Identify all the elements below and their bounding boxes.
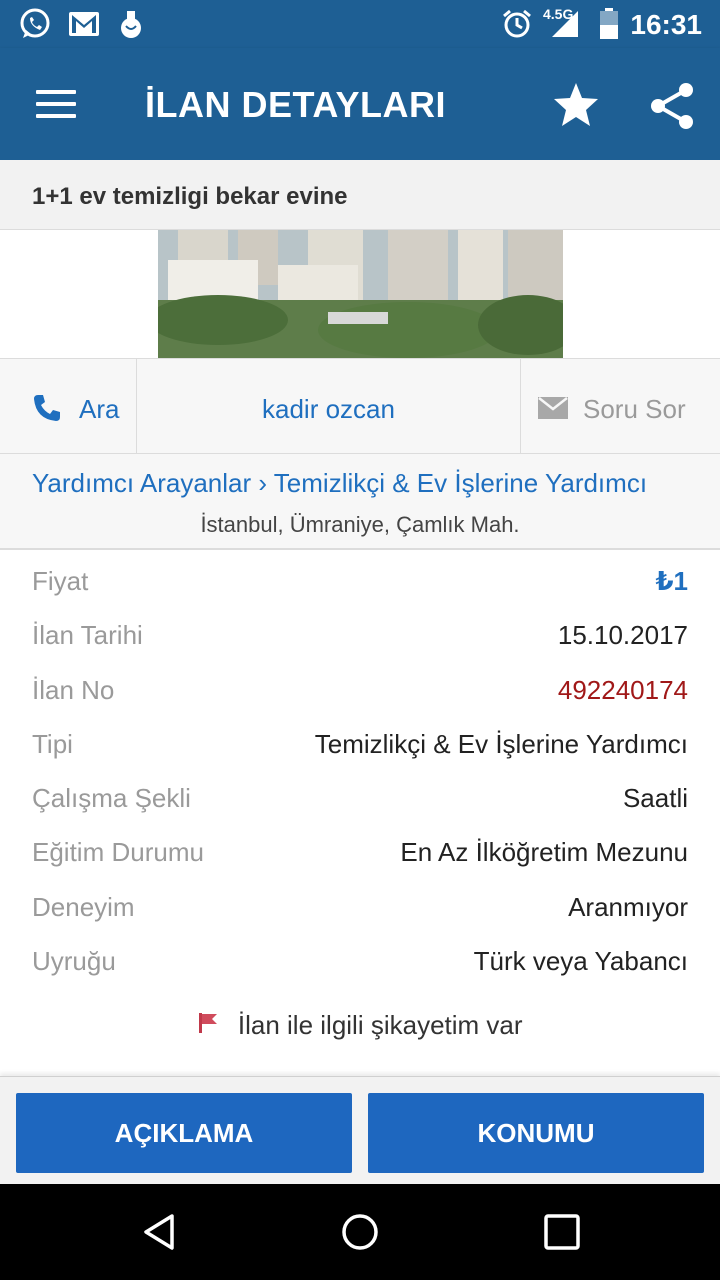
signal-icon (550, 8, 580, 40)
page-title: İLAN DETAYLARI (145, 84, 447, 125)
recents-icon[interactable] (542, 1212, 582, 1252)
complaint-label: İlan ile ilgili şikayetim var (237, 1010, 523, 1040)
detail-label: Deneyim (32, 891, 135, 922)
clock: 16:31 (630, 9, 702, 40)
detail-row: Eğitim Durumu En Az İlköğretim Mezunu (0, 823, 720, 877)
detail-value: 492240174 (557, 674, 688, 705)
detail-row: Deneyim Aranmıyor (0, 878, 720, 932)
contact-actions: Ara kadir ozcan Soru Sor (0, 358, 720, 454)
detail-value: Türk veya Yabancı (473, 946, 688, 977)
detail-row: İlan Tarihi 15.10.2017 (0, 606, 720, 660)
description-button[interactable]: AÇIKLAMA (16, 1093, 352, 1173)
detail-label: Uyruğu (32, 946, 116, 977)
share-icon[interactable] (646, 80, 698, 132)
listing-photo[interactable] (158, 230, 563, 358)
detail-row: Tipi Temizlikçi & Ev İşlerine Yardımcı (0, 715, 720, 769)
flag-icon (199, 1012, 218, 1033)
detail-value: ₺1 (655, 566, 688, 596)
location-button[interactable]: KONUMU (368, 1093, 704, 1173)
complaint-link[interactable]: İlan ile ilgili şikayetim var (0, 1010, 720, 1058)
app-bar: İLAN DETAYLARI (0, 48, 720, 160)
listing-title: 1+1 ev temizligi bekar evine (32, 183, 348, 210)
detail-row: Çalışma Şekli Saatli (0, 769, 720, 823)
detail-label: Çalışma Şekli (32, 783, 191, 814)
detail-label: Eğitim Durumu (32, 837, 204, 868)
ask-question-label: Soru Sor (583, 394, 686, 424)
envelope-icon (538, 397, 568, 419)
back-icon[interactable] (140, 1212, 180, 1252)
detail-label: İlan Tarihi (32, 620, 143, 651)
ask-question-button[interactable]: Soru Sor (520, 359, 720, 453)
bottom-action-bar: AÇIKLAMA KONUMU (0, 1076, 720, 1184)
listing-title-bar: 1+1 ev temizligi bekar evine (0, 160, 720, 230)
owner-name: kadir ozcan (262, 394, 395, 424)
detail-label: Tipi (32, 728, 73, 759)
phone-icon (34, 395, 60, 421)
details-list: Fiyat ₺1 İlan Tarihi 15.10.2017 İlan No 49224… (0, 552, 720, 986)
detail-value: Aranmıyor (568, 891, 688, 922)
notification-icon (118, 8, 144, 40)
location-text: İstanbul, Ümraniye, Çamlık Mah. (200, 512, 520, 537)
screen: 4.5G 16:31 İLAN DETAYLARI 1+1 ev temizli… (0, 0, 720, 1280)
category-section: Yardımcı Arayanlar › Temizlikçi & Ev İşl… (0, 454, 720, 550)
detail-row: Uyruğu Türk veya Yabancı (0, 932, 720, 986)
whatsapp-icon (18, 8, 52, 40)
call-label: Ara (79, 394, 120, 424)
gmail-icon (68, 8, 100, 40)
detail-row: Fiyat ₺1 (0, 552, 720, 606)
call-button[interactable]: Ara (0, 359, 137, 453)
star-icon[interactable] (552, 80, 600, 128)
detail-row: İlan No 492240174 (0, 661, 720, 715)
detail-value: 15.10.2017 (557, 620, 688, 651)
detail-label: İlan No (32, 674, 115, 705)
breadcrumb[interactable]: Yardımcı Arayanlar › Temizlikçi & Ev İşl… (32, 468, 647, 499)
detail-label: Fiyat (32, 566, 89, 596)
owner-name-link[interactable]: kadir ozcan (137, 359, 520, 453)
battery-icon (598, 8, 620, 40)
system-nav-bar (0, 1184, 720, 1280)
home-icon[interactable] (340, 1212, 380, 1252)
detail-value: Temizlikçi & Ev İşlerine Yardımcı (314, 728, 688, 759)
menu-icon[interactable] (36, 88, 76, 120)
alarm-icon (500, 8, 534, 40)
detail-value: En Az İlköğretim Mezunu (400, 837, 688, 868)
detail-value: Saatli (622, 783, 688, 814)
status-bar: 4.5G 16:31 (0, 0, 720, 48)
